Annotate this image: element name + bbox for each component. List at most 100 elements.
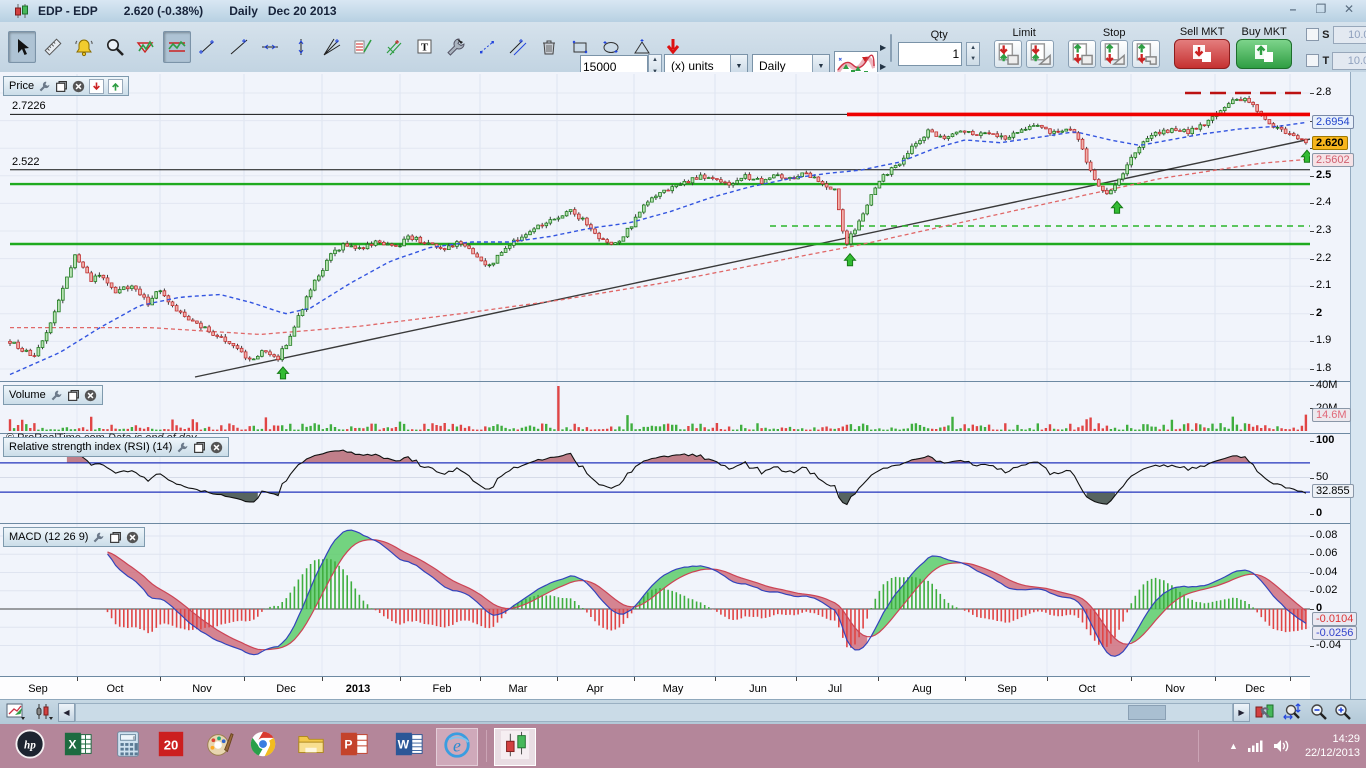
taskbar-separator xyxy=(486,730,487,762)
chrome-taskbar-item[interactable] xyxy=(243,728,283,764)
svg-text:hp: hp xyxy=(24,739,36,751)
horizontal-line-tool[interactable] xyxy=(256,31,284,63)
svg-text:e: e xyxy=(453,735,461,755)
zoom-tool[interactable] xyxy=(101,31,129,63)
scroll-left-button[interactable]: ◀ xyxy=(58,703,75,722)
pointer-tool[interactable] xyxy=(8,31,36,63)
close-icon[interactable] xyxy=(126,531,139,544)
chart-mode-button[interactable] xyxy=(163,31,191,63)
internet-explorer-taskbar-item[interactable]: e xyxy=(436,728,478,766)
segment-tool[interactable] xyxy=(194,31,222,63)
order-settings-button[interactable] xyxy=(890,34,892,62)
t-label: T xyxy=(1322,55,1329,67)
rsi-oversold-fill xyxy=(1087,492,1115,504)
volume-chart[interactable] xyxy=(0,382,1310,433)
stop-label: Stop xyxy=(1103,27,1126,40)
delete-drawing-tool[interactable] xyxy=(535,31,563,63)
chart-options-button[interactable] xyxy=(1253,702,1277,722)
volume-panel-header: Volume xyxy=(3,385,103,405)
scrollbar-thumb[interactable] xyxy=(1128,705,1166,720)
sell-limit-button[interactable] xyxy=(994,40,1022,68)
time-scrollbar[interactable] xyxy=(75,703,1233,722)
network-signal-icon[interactable] xyxy=(1248,739,1264,753)
folder-icon xyxy=(296,729,326,764)
rsi-axis-label: 100 xyxy=(1316,434,1334,446)
trailing-input[interactable] xyxy=(1332,52,1366,70)
price-axis-label: 2.8 xyxy=(1316,86,1331,98)
file-explorer-taskbar-item[interactable] xyxy=(291,728,331,764)
vertical-line-tool[interactable] xyxy=(287,31,315,63)
drawing-tools-button[interactable] xyxy=(442,31,470,63)
svg-text:0: 0 xyxy=(133,735,136,740)
wrench-icon[interactable] xyxy=(50,389,63,402)
buy-market-button[interactable] xyxy=(1236,39,1292,69)
wrench-icon[interactable] xyxy=(176,441,189,454)
excel-taskbar-item[interactable]: X xyxy=(58,728,98,764)
parallel-lines-tool[interactable] xyxy=(504,31,532,63)
app-20-taskbar-item[interactable]: 20 xyxy=(151,728,191,764)
duplicate-icon[interactable] xyxy=(67,389,80,402)
paint-icon xyxy=(204,729,234,764)
close-icon[interactable] xyxy=(72,80,85,93)
stop-order-button-3[interactable] xyxy=(1132,40,1160,68)
display-settings-button[interactable] xyxy=(4,702,28,722)
windows-taskbar: hp X 0 20 PWe ▲ 14:29 22/12/2013 xyxy=(0,724,1366,768)
trailing-checkbox[interactable] xyxy=(1306,54,1319,67)
qty-spinner[interactable]: ▲▼ xyxy=(966,42,980,66)
duplicate-icon[interactable] xyxy=(55,80,68,93)
minimize-button[interactable]: – xyxy=(1284,2,1302,18)
powerpoint-taskbar-item[interactable]: P xyxy=(334,728,374,764)
wrench-icon[interactable] xyxy=(92,531,105,544)
volume-speaker-icon[interactable] xyxy=(1274,739,1291,753)
qty-input[interactable] xyxy=(898,42,962,66)
sell-market-button[interactable] xyxy=(1174,39,1230,69)
rsi-axis-label: 0 xyxy=(1316,507,1322,519)
prorealtime-taskbar-item[interactable] xyxy=(494,728,536,766)
calculator-taskbar-item[interactable]: 0 xyxy=(108,728,148,764)
restore-button[interactable]: ❐ xyxy=(1312,2,1330,18)
buy-limit-button[interactable] xyxy=(1026,40,1054,68)
taskbar-clock[interactable]: 14:29 22/12/2013 xyxy=(1305,732,1360,760)
dotted-segment-tool[interactable] xyxy=(473,31,501,63)
text-tool[interactable]: T xyxy=(411,31,439,63)
scroll-right-button[interactable]: ▶ xyxy=(1233,703,1250,722)
stop-loss-checkbox[interactable] xyxy=(1306,28,1319,41)
paint-taskbar-item[interactable] xyxy=(199,728,239,764)
month-label: Dec xyxy=(276,683,296,695)
duplicate-icon[interactable] xyxy=(109,531,122,544)
hp-start-button[interactable]: hp xyxy=(10,728,50,764)
up-candles xyxy=(13,98,1279,360)
pattern-detector-tool[interactable] xyxy=(132,31,160,63)
word-taskbar-item[interactable]: W xyxy=(389,728,429,764)
price-level-label: 2.7226 xyxy=(12,100,46,112)
close-icon[interactable] xyxy=(210,441,223,454)
fibonacci-tool[interactable] xyxy=(349,31,377,63)
macd-chart[interactable] xyxy=(0,524,1310,676)
close-button[interactable]: ✕ xyxy=(1340,2,1358,18)
fan-lines-tool[interactable] xyxy=(318,31,346,63)
candle-style-button[interactable] xyxy=(32,702,56,722)
ruler-tool[interactable] xyxy=(39,31,67,63)
stop-order-button-2[interactable] xyxy=(1100,40,1128,68)
macd-axis-label: 0.08 xyxy=(1316,529,1337,541)
zoom-out-button[interactable] xyxy=(1307,702,1331,722)
close-icon[interactable] xyxy=(84,389,97,402)
stop-order-button-1[interactable] xyxy=(1068,40,1096,68)
pitchfork-tool[interactable] xyxy=(380,31,408,63)
calc-icon: 0 xyxy=(113,729,143,764)
buy-here-icon[interactable] xyxy=(108,79,123,94)
alert-tool[interactable] xyxy=(70,31,98,63)
price-chart[interactable] xyxy=(0,72,1310,381)
sell-here-icon[interactable] xyxy=(89,79,104,94)
trading-expander[interactable]: ▶ xyxy=(880,43,886,52)
duplicate-icon[interactable] xyxy=(193,441,206,454)
down-candles xyxy=(9,98,1308,359)
zoom-fit-button[interactable] xyxy=(1281,702,1305,722)
line-tool[interactable] xyxy=(225,31,253,63)
wrench-icon[interactable] xyxy=(38,80,51,93)
price-panel-title: Price xyxy=(9,80,34,92)
month-label: Jun xyxy=(749,683,767,695)
show-hidden-icons-button[interactable]: ▲ xyxy=(1229,741,1238,751)
stop-loss-input[interactable] xyxy=(1333,26,1366,44)
zoom-in-button[interactable] xyxy=(1331,702,1355,722)
